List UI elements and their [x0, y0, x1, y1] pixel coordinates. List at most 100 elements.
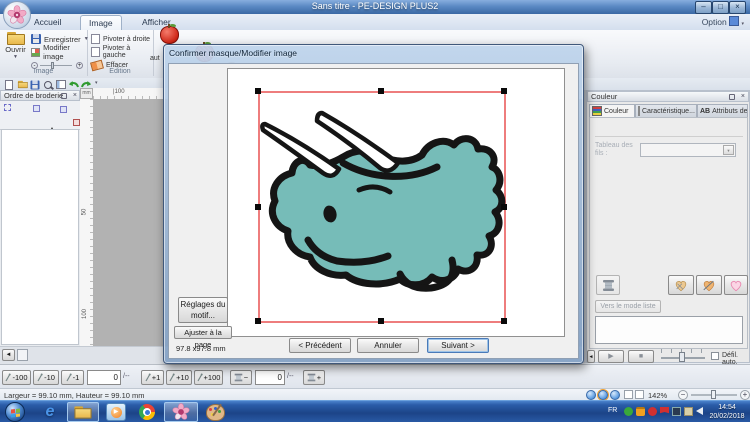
- select-all-frames-button[interactable]: [2, 102, 13, 113]
- modify-image-button[interactable]: Modifier image: [31, 46, 87, 58]
- ruler-origin-button[interactable]: mm: [80, 88, 93, 99]
- maximize-button[interactable]: □: [712, 1, 729, 14]
- rotate-left-button[interactable]: Pivoter à gauche: [91, 46, 153, 58]
- applique-heart-button[interactable]: [668, 275, 694, 295]
- mask-handle-top-left[interactable]: [255, 88, 261, 94]
- stitch-fwd-10-button[interactable]: +10: [166, 370, 192, 385]
- tray-flag-icon[interactable]: [660, 407, 669, 416]
- color-count-field[interactable]: 0: [255, 370, 285, 385]
- fit-to-page-button[interactable]: Ajuster à la page: [174, 326, 232, 339]
- stitch-back-100-button[interactable]: -100: [2, 370, 31, 385]
- color-panel: Couleur × Couleur Caractéristique... AB …: [586, 90, 750, 363]
- image-preview-panel[interactable]: [227, 68, 565, 337]
- taskbar-chrome-button[interactable]: [133, 402, 161, 422]
- zoom-out-button[interactable]: −: [678, 390, 688, 400]
- go-to-start-button[interactable]: ◄: [587, 350, 595, 363]
- tray-speaker-icon[interactable]: [696, 407, 703, 415]
- option-button[interactable]: Option ▾: [702, 16, 744, 28]
- open-button[interactable]: Ouvrir ▼: [2, 32, 29, 60]
- stop-button[interactable]: ■: [628, 350, 654, 363]
- new-document-button[interactable]: [2, 79, 15, 90]
- tab-image[interactable]: Image: [80, 15, 122, 30]
- speed-slider-thumb[interactable]: [679, 352, 685, 362]
- mask-handle-top-mid[interactable]: [378, 88, 384, 94]
- tab-attributs-texte[interactable]: AB Attributs de te...: [697, 104, 748, 117]
- stitch-heart-button[interactable]: [696, 275, 722, 295]
- window-title: Sans titre - PE-DESIGN PLUS2: [0, 1, 750, 11]
- stitch-count-field[interactable]: 0: [87, 370, 121, 385]
- zoom-tool-button[interactable]: [41, 79, 54, 90]
- tray-lock-icon[interactable]: [636, 407, 645, 416]
- chevron-down-icon[interactable]: ▼: [723, 145, 734, 155]
- mask-handle-bottom-left[interactable]: [255, 318, 261, 324]
- tab-attributs-label: Attributs de te...: [712, 105, 748, 118]
- stitch-fwd-100-button[interactable]: +100: [194, 370, 223, 385]
- pointer-tool-button[interactable]: [48, 117, 56, 127]
- thread-spool-button[interactable]: [596, 275, 620, 295]
- list-mode-button[interactable]: Vers le mode liste: [595, 300, 661, 313]
- scroll-start-button[interactable]: ◄: [2, 349, 15, 361]
- mask-handle-top-right[interactable]: [501, 88, 507, 94]
- thread-chart-dropdown[interactable]: ▼: [640, 143, 736, 157]
- attr-tab-icon: [638, 106, 640, 116]
- cancel-button[interactable]: Annuler: [357, 338, 419, 353]
- tray-clipboard-icon[interactable]: [684, 407, 693, 416]
- zoom-slider-thumb[interactable]: [711, 390, 716, 399]
- mask-handle-mid-left[interactable]: [255, 204, 261, 210]
- stitch-fwd-1-button[interactable]: +1: [141, 370, 164, 385]
- language-indicator[interactable]: FR: [608, 407, 617, 414]
- sample-apple-image[interactable]: [160, 26, 179, 44]
- outline-heart-button[interactable]: [724, 275, 748, 295]
- app-logo-button[interactable]: [3, 1, 31, 29]
- fit-page-button[interactable]: [624, 390, 633, 399]
- panel-view-button[interactable]: [54, 79, 67, 90]
- panel-close-icon[interactable]: ×: [741, 92, 745, 102]
- pin-icon[interactable]: [729, 94, 735, 100]
- taskbar-paint-button[interactable]: [201, 402, 229, 422]
- rotate-right-button[interactable]: Pivoter à droite: [91, 33, 150, 45]
- taskbar-explorer-button[interactable]: [67, 402, 99, 422]
- tab-accueil[interactable]: Accueil: [26, 15, 69, 29]
- scrollbar-thumb[interactable]: [17, 349, 28, 361]
- tray-safely-remove-icon[interactable]: [624, 407, 633, 416]
- taskbar-pedesign-button[interactable]: [164, 402, 198, 422]
- zoom-mode-button-3[interactable]: [610, 390, 620, 400]
- toolbar-overflow-button[interactable]: ▾: [95, 80, 98, 86]
- tab-caracteristique[interactable]: Caractéristique...: [635, 104, 697, 117]
- taskbar-ie-button[interactable]: e: [36, 402, 64, 422]
- zoom-mode-button-1[interactable]: [586, 390, 596, 400]
- tray-display-icon[interactable]: [672, 407, 681, 416]
- zoom-mode-button-2[interactable]: [598, 390, 608, 400]
- next-button[interactable]: Suivant >: [427, 338, 489, 353]
- mask-handle-bottom-mid[interactable]: [378, 318, 384, 324]
- mask-handle-bottom-right[interactable]: [501, 318, 507, 324]
- play-button[interactable]: ▶: [598, 350, 624, 363]
- move-frame-back-button[interactable]: [30, 102, 41, 113]
- open-file-button[interactable]: [15, 79, 28, 90]
- tray-antivirus-icon[interactable]: [648, 407, 657, 416]
- pattern-settings-button[interactable]: Réglages du motif...: [178, 297, 228, 323]
- previous-button[interactable]: < Précédent: [289, 338, 351, 353]
- move-frame-forward-button[interactable]: [56, 102, 67, 113]
- color-back-button[interactable]: −: [230, 370, 252, 385]
- fit-width-button[interactable]: [635, 390, 644, 399]
- zoom-in-button[interactable]: +: [740, 390, 750, 400]
- taskbar-clock[interactable]: 14:54 20/02/2018: [706, 403, 748, 421]
- pin-icon[interactable]: [61, 93, 67, 99]
- sewing-order-list[interactable]: [1, 129, 79, 345]
- save-file-button[interactable]: [28, 79, 41, 90]
- undo-button[interactable]: [67, 79, 80, 90]
- tab-couleur[interactable]: Couleur: [589, 104, 635, 117]
- color-list-box[interactable]: [595, 316, 743, 344]
- stitch-back-10-button[interactable]: -10: [33, 370, 59, 385]
- minimize-button[interactable]: –: [695, 1, 712, 14]
- panel-close-icon[interactable]: ×: [73, 91, 77, 101]
- close-button[interactable]: ×: [729, 1, 746, 14]
- mask-handle-mid-right[interactable]: [501, 204, 507, 210]
- stitch-back-1-button[interactable]: -1: [61, 370, 84, 385]
- start-button[interactable]: [3, 402, 27, 422]
- auto-scroll-checkbox[interactable]: [711, 352, 719, 360]
- frame-option-button[interactable]: [70, 116, 81, 127]
- taskbar-wmp-button[interactable]: ▶: [102, 402, 130, 422]
- color-fwd-button[interactable]: +: [303, 370, 325, 385]
